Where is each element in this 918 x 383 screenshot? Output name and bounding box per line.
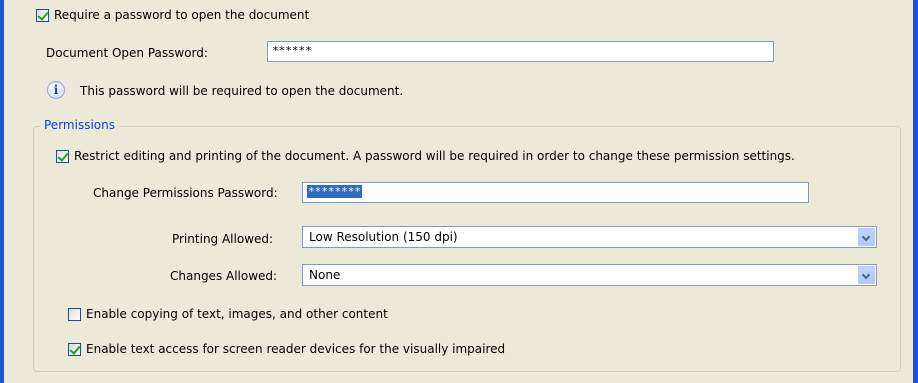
window-frame-right — [913, 0, 918, 383]
chevron-down-icon[interactable] — [858, 228, 875, 246]
printing-allowed-value: Low Resolution (150 dpi) — [309, 230, 458, 244]
enable-copying-checkbox[interactable] — [68, 308, 81, 321]
permissions-legend: Permissions — [40, 118, 119, 132]
require-password-label: Require a password to open the document — [54, 8, 310, 22]
require-password-checkbox[interactable] — [36, 9, 49, 22]
document-open-password-label: Document Open Password: — [46, 46, 208, 60]
change-permissions-password-label: Change Permissions Password: — [93, 186, 278, 200]
selected-password-text: ******** — [307, 185, 362, 198]
info-icon: i — [47, 81, 65, 99]
enable-copying-label: Enable copying of text, images, and othe… — [86, 307, 388, 321]
changes-allowed-value: None — [309, 268, 341, 282]
chevron-down-icon[interactable] — [858, 266, 875, 284]
enable-screen-reader-checkbox[interactable] — [68, 343, 81, 356]
changes-allowed-select[interactable]: None — [302, 264, 877, 286]
document-open-password-input[interactable]: ****** — [267, 41, 774, 62]
changes-allowed-label: Changes Allowed: — [170, 269, 278, 283]
enable-screen-reader-label: Enable text access for screen reader dev… — [86, 342, 506, 356]
info-message: This password will be required to open t… — [80, 84, 404, 98]
bottom-divider — [4, 379, 913, 383]
restrict-editing-checkbox[interactable] — [56, 150, 69, 163]
change-permissions-password-input[interactable]: ******** — [302, 182, 809, 203]
printing-allowed-label: Printing Allowed: — [172, 232, 274, 246]
restrict-editing-label: Restrict editing and printing of the doc… — [74, 149, 795, 163]
printing-allowed-select[interactable]: Low Resolution (150 dpi) — [302, 226, 877, 248]
